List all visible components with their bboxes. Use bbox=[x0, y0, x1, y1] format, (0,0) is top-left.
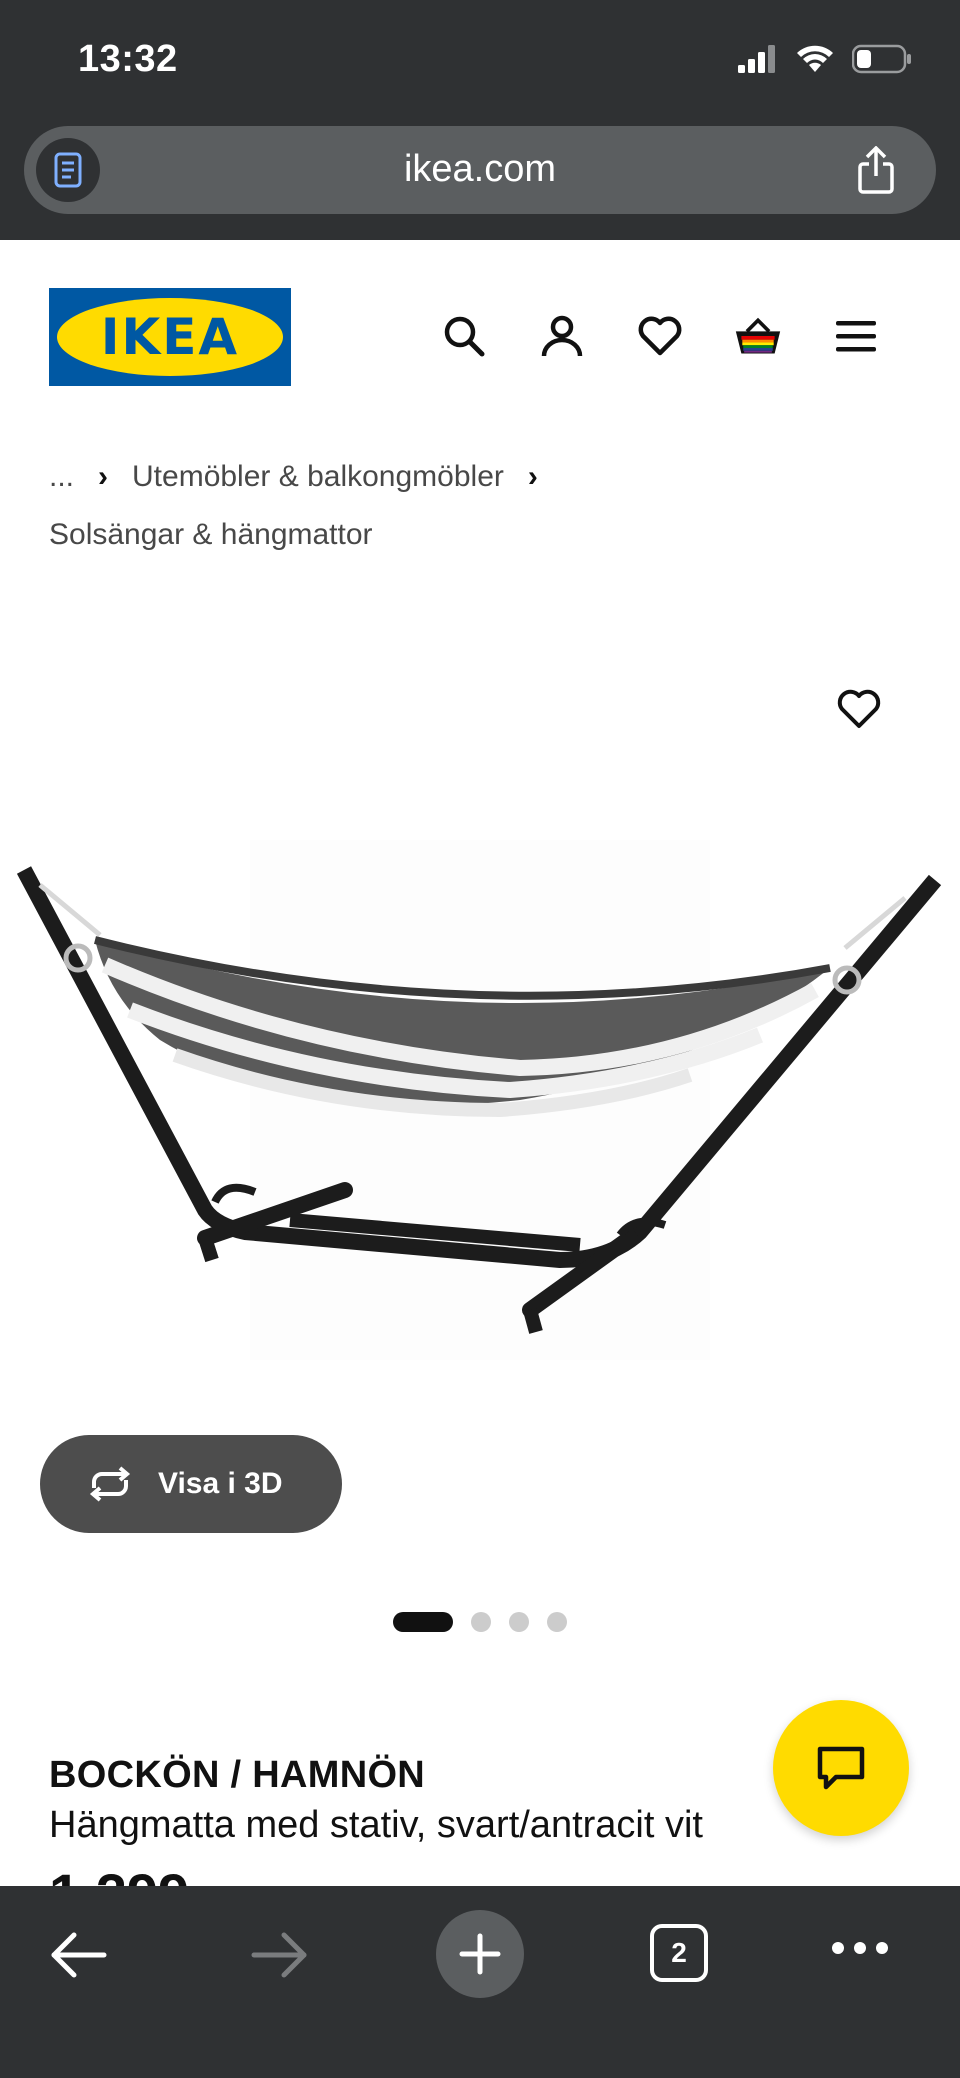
arrow-left-icon bbox=[51, 1932, 107, 1978]
heart-icon bbox=[638, 316, 682, 356]
shopping-basket-icon bbox=[735, 317, 781, 354]
breadcrumb-row: ... › Utemöbler & balkongmöbler › bbox=[49, 448, 909, 506]
forward-button[interactable] bbox=[250, 1930, 310, 1985]
header-actions bbox=[440, 312, 880, 360]
ikea-logo[interactable]: IKEA bbox=[49, 288, 291, 386]
arrow-right-icon bbox=[251, 1932, 307, 1978]
carousel-dot-2[interactable] bbox=[471, 1612, 491, 1632]
more-dot bbox=[854, 1942, 866, 1954]
status-time: 13:32 bbox=[78, 38, 178, 80]
product-name: BOCKÖN / HAMNÖN bbox=[49, 1754, 426, 1796]
plus-icon bbox=[459, 1933, 501, 1975]
url-text[interactable]: ikea.com bbox=[24, 148, 936, 191]
browser-address-area: ikea.com bbox=[0, 120, 960, 240]
logo-ellipse: IKEA bbox=[57, 298, 283, 376]
more-menu-button[interactable] bbox=[832, 1942, 888, 1954]
favourites-button[interactable] bbox=[636, 312, 684, 360]
battery-icon bbox=[852, 44, 911, 74]
wifi-icon bbox=[797, 45, 833, 72]
view-3d-button[interactable]: Visa i 3D bbox=[40, 1435, 342, 1533]
product-description: Hängmatta med stativ, svart/antracit vit bbox=[49, 1804, 703, 1846]
save-favourite-button[interactable] bbox=[836, 688, 888, 740]
rotate-3d-icon bbox=[89, 1466, 131, 1502]
cart-button[interactable] bbox=[734, 312, 782, 360]
heart-icon bbox=[837, 689, 881, 728]
back-button[interactable] bbox=[48, 1930, 108, 1985]
hamburger-menu-icon bbox=[836, 321, 876, 352]
chevron-right-icon: › bbox=[527, 460, 538, 493]
breadcrumb: ... › Utemöbler & balkongmöbler › Solsän… bbox=[49, 448, 909, 564]
carousel-dot-4[interactable] bbox=[547, 1612, 567, 1632]
carousel-dot-1[interactable] bbox=[393, 1612, 453, 1632]
product-price: 1 299 bbox=[49, 1866, 189, 1886]
more-dot bbox=[876, 1942, 888, 1954]
product-image bbox=[16, 840, 942, 1360]
site-header: IKEA bbox=[0, 240, 960, 440]
view-3d-label: Visa i 3D bbox=[158, 1467, 283, 1500]
breadcrumb-item-sunloungers[interactable]: Solsängar & hängmattor bbox=[49, 506, 909, 564]
signal-icon bbox=[738, 45, 775, 73]
logo-text: IKEA bbox=[100, 308, 240, 366]
share-button[interactable] bbox=[848, 142, 904, 198]
carousel-dot-3[interactable] bbox=[509, 1612, 529, 1632]
status-icons bbox=[738, 44, 912, 74]
user-icon bbox=[541, 315, 583, 357]
account-button[interactable] bbox=[538, 312, 586, 360]
chevron-right-icon: › bbox=[98, 460, 109, 493]
share-icon bbox=[858, 146, 894, 194]
tabs-button[interactable]: 2 bbox=[650, 1924, 708, 1982]
new-tab-button[interactable] bbox=[436, 1910, 524, 1998]
more-dot bbox=[832, 1942, 844, 1954]
carousel-indicator bbox=[0, 1612, 960, 1632]
search-icon bbox=[444, 316, 485, 357]
address-bar[interactable]: ikea.com bbox=[24, 126, 936, 214]
breadcrumb-item-outdoor[interactable]: Utemöbler & balkongmöbler bbox=[132, 448, 504, 506]
status-bar: 13:32 bbox=[0, 0, 960, 120]
search-button[interactable] bbox=[440, 312, 488, 360]
chat-button[interactable] bbox=[773, 1700, 909, 1836]
menu-button[interactable] bbox=[832, 312, 880, 360]
chat-bubble-icon bbox=[817, 1746, 865, 1790]
product-media[interactable]: Visa i 3D bbox=[0, 660, 960, 1560]
browser-toolbar: 2 bbox=[0, 1886, 960, 2078]
breadcrumb-ellipsis[interactable]: ... bbox=[49, 448, 74, 506]
